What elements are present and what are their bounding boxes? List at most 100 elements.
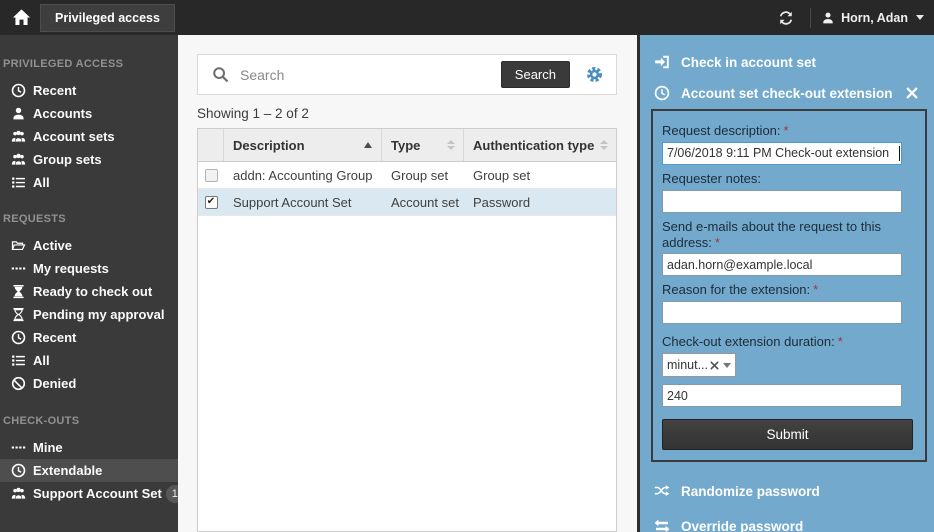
sidebar-item-support-account-set[interactable]: Support Account Set 1 [0, 482, 178, 505]
text-cursor [899, 145, 900, 161]
sort-icon [600, 140, 608, 150]
sort-icon [447, 140, 455, 150]
sidebar-item-all-access[interactable]: All [0, 171, 178, 194]
close-button[interactable] [904, 85, 920, 101]
check-in-account-set-action[interactable]: Check in account set [640, 49, 934, 75]
sidebar-item-recent[interactable]: Recent [0, 79, 178, 102]
row-checkbox-cell [198, 168, 224, 182]
row-checkbox[interactable]: ✔ [204, 195, 218, 209]
home-button[interactable] [8, 5, 34, 31]
sidebar-item-label: Active [33, 238, 73, 253]
ellipsis-icon [10, 261, 26, 277]
column-header-label: Authentication type [473, 137, 595, 153]
results-summary: Showing 1 – 2 of 2 [197, 106, 309, 121]
extension-form: Request description:* Requester notes: S… [651, 109, 927, 463]
sidebar-item-pending-my-approval[interactable]: Pending my approval [0, 303, 178, 326]
sidebar-item-mine[interactable]: Mine [0, 436, 178, 459]
cell-type: Group set [391, 167, 449, 183]
topbar-divider [810, 7, 812, 28]
required-marker: * [837, 334, 843, 350]
sign-in-icon [654, 54, 672, 70]
request-description-field[interactable] [662, 141, 902, 165]
column-header-type[interactable]: Type [382, 129, 464, 161]
field-label: Requester notes: [662, 170, 762, 186]
search-input[interactable] [240, 66, 501, 83]
hourglass-outline-icon [10, 307, 26, 323]
refresh-icon [779, 10, 793, 25]
action-label: Randomize password [681, 483, 820, 499]
sidebar-item-accounts[interactable]: Accounts [0, 102, 178, 125]
home-icon [12, 9, 30, 25]
duration-value-field[interactable] [662, 384, 902, 408]
reason-field[interactable] [662, 301, 902, 325]
cell-authentication-type: Password [473, 194, 531, 210]
section-title-check-outs: CHECK-OUTS [3, 415, 80, 427]
duration-unit-select[interactable]: minut... [662, 353, 736, 378]
required-marker: * [714, 234, 720, 250]
column-header-label: Description [233, 137, 305, 153]
sidebar-item-label: Extendable [33, 463, 103, 478]
column-header-authentication-type[interactable]: Authentication type [464, 129, 616, 161]
sidebar-item-account-sets[interactable]: Account sets [0, 125, 178, 148]
required-marker: * [813, 282, 819, 298]
sidebar-item-label: Ready to check out [33, 284, 153, 299]
action-label: Check in account set [681, 54, 817, 70]
search-settings-button[interactable] [583, 64, 605, 86]
sidebar-item-my-requests[interactable]: My requests [0, 257, 178, 280]
clock-icon [10, 330, 26, 346]
main-content: Search Showing 1 – 2 of 2 Description Ty… [178, 35, 637, 532]
results-grid: Description Type Authentication type add… [197, 128, 617, 532]
request-description-wrap [662, 141, 902, 165]
column-header-label: Type [391, 137, 421, 153]
sidebar: PRIVILEGED ACCESS Recent Accounts Accoun… [0, 35, 178, 532]
table-row[interactable]: addn: Accounting Group Group set Group s… [198, 162, 616, 189]
sidebar-item-extendable[interactable]: Extendable [0, 459, 178, 482]
sidebar-item-label: Pending my approval [33, 307, 165, 322]
action-panel: Check in account set Account set check-o… [637, 35, 934, 532]
cell-description: Support Account Set [233, 194, 352, 210]
folder-open-icon [10, 238, 26, 254]
row-checkbox[interactable] [204, 168, 218, 182]
grid-header: Description Type Authentication type [198, 129, 616, 162]
grid-empty-area [198, 216, 616, 531]
table-row[interactable]: ✔ Support Account Set Account set Passwo… [198, 189, 616, 216]
clear-selection-icon[interactable] [710, 361, 719, 370]
tab-privileged-access[interactable]: Privileged access [40, 3, 175, 32]
sidebar-item-denied[interactable]: Denied [0, 372, 178, 395]
section-title-requests: REQUESTS [3, 213, 66, 225]
sidebar-item-label: All [33, 175, 50, 190]
search-button[interactable]: Search [500, 61, 570, 88]
submit-button[interactable]: Submit [662, 419, 913, 451]
user-menu[interactable]: Horn, Adan [821, 11, 924, 25]
users-icon [10, 152, 26, 168]
search-bar: Search [197, 54, 617, 95]
sidebar-item-recent-requests[interactable]: Recent [0, 326, 178, 349]
sidebar-item-ready-to-check-out[interactable]: Ready to check out [0, 280, 178, 303]
cell-description: addn: Accounting Group [233, 167, 373, 183]
refresh-button[interactable] [772, 6, 800, 30]
ban-icon [10, 376, 26, 392]
sidebar-item-group-sets[interactable]: Group sets [0, 148, 178, 171]
column-header-description[interactable]: Description [224, 129, 382, 161]
sidebar-item-label: Support Account Set [33, 486, 162, 501]
sidebar-item-all-requests[interactable]: All [0, 349, 178, 372]
sidebar-item-active[interactable]: Active [0, 234, 178, 257]
action-label: Override password [681, 518, 804, 532]
hourglass-icon [10, 284, 26, 300]
app-window: Privileged access Horn, Adan PRIVILEGED … [0, 0, 934, 532]
clock-icon [10, 463, 26, 479]
chevron-down-icon [723, 362, 731, 368]
override-password-action[interactable]: Override password [640, 513, 934, 532]
sidebar-item-label: Account sets [33, 129, 115, 144]
field-label: Request description: * [662, 123, 789, 138]
close-icon [906, 87, 918, 99]
sidebar-item-label: Recent [33, 330, 77, 345]
email-field[interactable] [662, 253, 902, 277]
requester-notes-field[interactable] [662, 189, 902, 213]
randomize-password-action[interactable]: Randomize password [640, 478, 934, 504]
sort-ascending-icon [364, 142, 372, 148]
sidebar-item-label: Denied [33, 376, 77, 391]
cell-type: Account set [391, 194, 459, 210]
user-name: Horn, Adan [841, 10, 908, 25]
list-icon [10, 175, 26, 191]
